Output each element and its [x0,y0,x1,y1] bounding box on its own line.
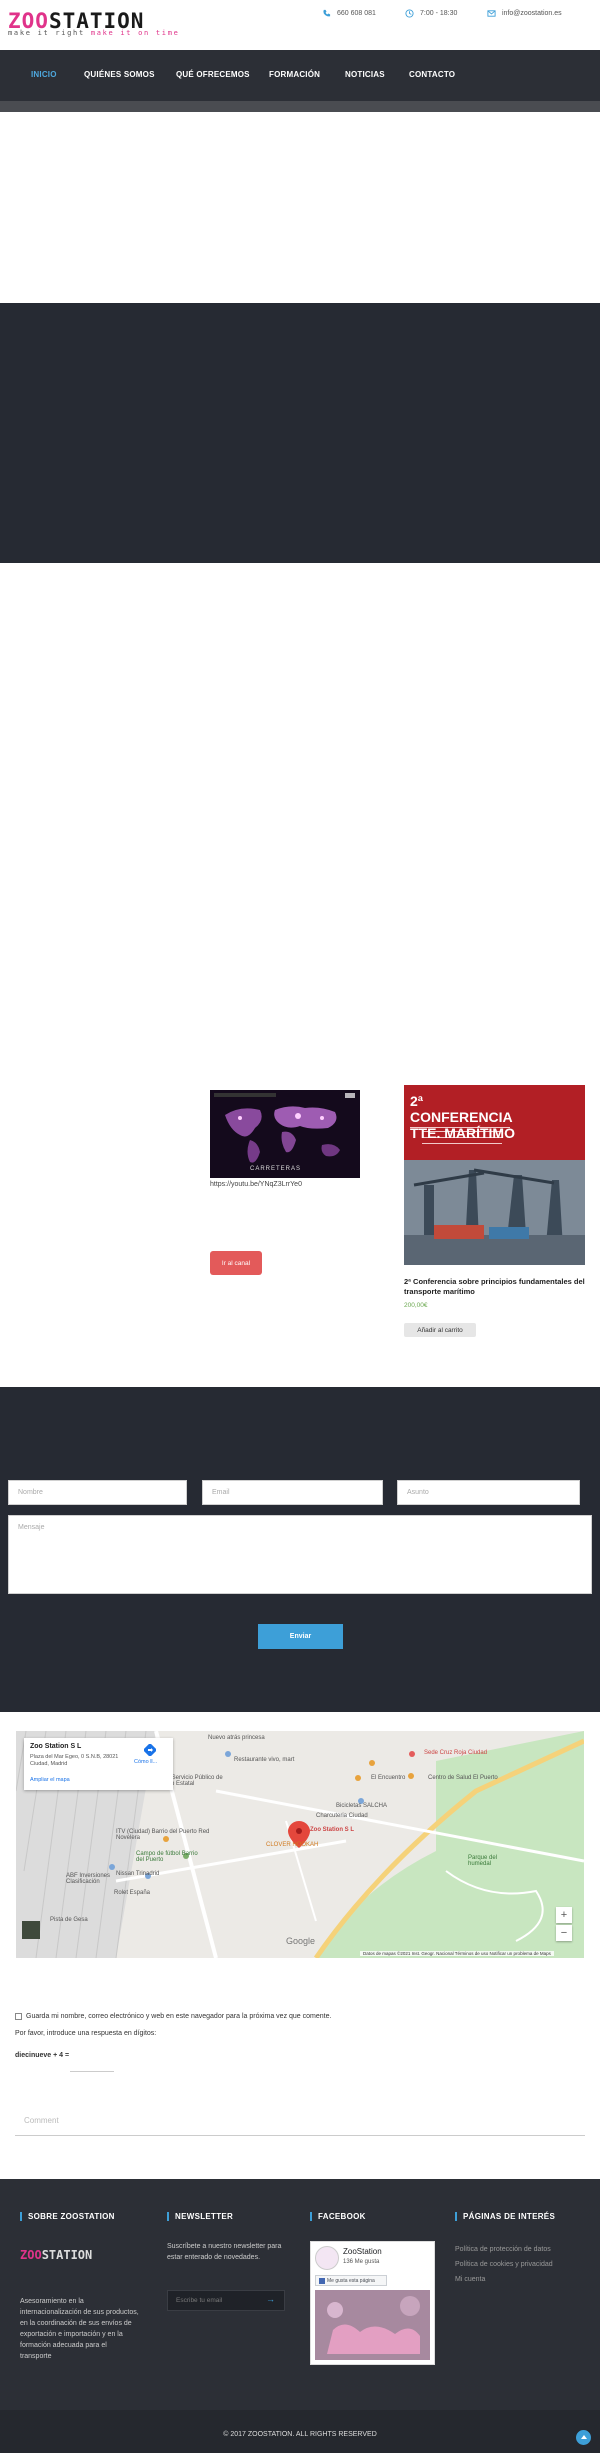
name-field[interactable]: Nombre [8,1480,187,1505]
map-address-line1: Plaza del Mar Egeo, 0 S.N.B, 28021 [30,1754,119,1760]
fb-avatar [315,2246,339,2270]
about-heading: SOBRE ZOOSTATION [20,2212,115,2221]
send-button[interactable]: Enviar [258,1624,343,1649]
map-address-line2: Ciudad, Madrid [30,1761,68,1767]
map-place-13: Rolet España [114,1890,151,1896]
world-map-image [210,1090,360,1178]
email-field[interactable]: Email [202,1480,383,1505]
message-field[interactable]: Mensaje [8,1515,592,1594]
nav-item-inicio[interactable]: INICIO [31,70,57,79]
enlarge-map-link[interactable]: Ampliar el mapa [30,1777,70,1783]
video-thumbnail[interactable]: CARRETERAS [210,1090,360,1178]
map-place-1: Sede Cruz Roja Ciudad [424,1750,488,1756]
comment-textarea[interactable]: Comment [15,2110,585,2136]
save-info-row: Guarda mi nombre, correo electrónico y w… [15,2013,331,2020]
map-place-8: CLOVER HOOKAH [266,1842,319,1848]
phone-text: 660 608 081 [337,10,376,17]
directions-icon[interactable] [144,1744,156,1756]
fb-likes: 136 Me gusta [343,2259,380,2265]
map-attribution: Datos de mapas ©2021 Inst. Geogr. Nacion… [360,1951,554,1956]
map-place-5: Centro de Salud El Puerto [428,1775,498,1781]
arrow-up-icon [580,2434,587,2439]
go-to-channel-button[interactable]: Ir al canal [210,1251,262,1275]
map-place-12: ABF Inversiones Clasificación [66,1873,111,1885]
footer-logo[interactable]: ZOOSTATION [20,2248,92,2262]
directions-link[interactable]: Cómo ll... [134,1759,157,1765]
save-info-label: Guarda mi nombre, correo electrónico y w… [26,2013,332,2020]
add-to-cart-button[interactable]: Añadir al carrito [404,1323,476,1337]
tagline-part1: make it right [8,29,85,37]
back-to-top-button[interactable] [576,2430,591,2445]
nav-item-noticias[interactable]: NOTICIAS [345,70,385,79]
captcha-input[interactable] [70,2060,114,2072]
data-protection-link[interactable]: Política de protección de datos [455,2246,551,2253]
product-title[interactable]: 2ª Conferencia sobre principios fundamen… [404,1277,587,1297]
map-place-0: Nuevo atrás princesa [208,1735,265,1741]
map-place-7: Charcuteria Ciudad [316,1813,368,1819]
map-place-name: Zoo Station S L [30,1743,82,1750]
map-place-14: Pista de Gesa [50,1917,88,1923]
footer-logo-zoo: ZOO [20,2248,42,2262]
video-url-link[interactable]: https://youtu.be/YNqZ3LrrYe0 [210,1181,302,1188]
product-image[interactable]: 2ª CONFERENCIA TTE. MARÍTIMO [404,1085,585,1265]
map-place-2: Restaurante vivo, mart [234,1757,295,1763]
map-info-card: Zoo Station S L Plaza del Mar Egeo, 0 S.… [24,1738,173,1790]
zoom-out-button[interactable]: − [556,1925,572,1941]
newsletter-heading: NEWSLETTER [167,2212,233,2221]
fb-like-label: Me gusta esta página [327,2277,375,2284]
product-image-title: 2ª CONFERENCIA TTE. MARÍTIMO [410,1093,515,1141]
about-text: Asesoramiento en la internacionalización… [20,2298,139,2360]
captcha-prompt: Por favor, introduce una respuesta en dí… [15,2030,157,2037]
map-place-6: Bicicletas SALCHA [336,1803,388,1809]
phone-icon [323,9,331,17]
map-place-4: El Encuentro [371,1775,406,1781]
hours-info: 7:00 - 18:30 [405,9,457,18]
fb-cover-image [315,2290,430,2360]
nav-divider-strip [0,101,600,112]
nav-item-quienes-somos[interactable]: QUIÉNES SOMOS [84,70,155,79]
facebook-heading: FACEBOOK [310,2212,366,2221]
email-text: info@zoostation.es [502,10,562,17]
facebook-widget[interactable]: ZooStation 136 Me gusta Me gusta esta pá… [310,2241,435,2365]
fb-like-button[interactable]: Me gusta esta página [315,2275,387,2286]
map-place-10: Campo de fútbol Barrio del Puerto [136,1851,198,1863]
video-caption: CARRETERAS [250,1166,302,1172]
newsletter-submit-arrow-icon[interactable]: → [266,2294,275,2304]
nav-item-que-ofrecemos[interactable]: QUÉ OFRECEMOS [176,70,250,79]
fb-icon [319,2277,325,2284]
logo-tagline: make it right make it on time [8,29,180,37]
subject-field[interactable]: Asunto [397,1480,580,1505]
copyright-text: © 2017 ZOOSTATION. ALL RIGHTS RESERVED [223,2431,377,2438]
footer-logo-station: STATION [41,2248,93,2262]
google-logo: Google [286,1936,316,1946]
top-header: ZOOSTATION make it right make it on time… [0,0,600,50]
newsletter-text: Suscríbete a nuestro newsletter para est… [167,2243,282,2261]
nav-item-contacto[interactable]: CONTACTO [409,70,455,79]
clock-icon [405,9,414,18]
cookies-policy-link[interactable]: Política de cookies y privacidad [455,2261,553,2268]
phone-contact[interactable]: 660 608 081 [322,9,376,18]
zoom-in-button[interactable]: + [556,1907,572,1923]
captcha-question: diecinueve + 4 = [15,2052,70,2059]
nav-item-formacion[interactable]: FORMACIÓN [269,70,320,79]
fb-page-name[interactable]: ZooStation [343,2247,382,2256]
email-contact[interactable]: info@zoostation.es [487,9,562,18]
save-info-checkbox[interactable] [15,2013,22,2020]
interest-heading: PÁGINAS DE INTERÉS [455,2212,555,2221]
map-place-15: Parque del humedal [468,1855,498,1867]
product-price: 200,00€ [404,1302,428,1309]
tagline-part2: make it on time [90,29,180,37]
my-account-link[interactable]: Mi cuenta [455,2276,485,2283]
hours-text: 7:00 - 18:30 [420,10,458,17]
main-navigation: INICIO QUIÉNES SOMOS QUÉ OFRECEMOS FORMA… [0,50,600,101]
mail-icon [487,10,496,17]
map-place-9: ITV (Ciudad) Barrio del Puerto Red Novel… [116,1829,210,1841]
map-pin-label: Zoo Station S L [310,1827,354,1833]
dark-section-band [0,303,600,563]
